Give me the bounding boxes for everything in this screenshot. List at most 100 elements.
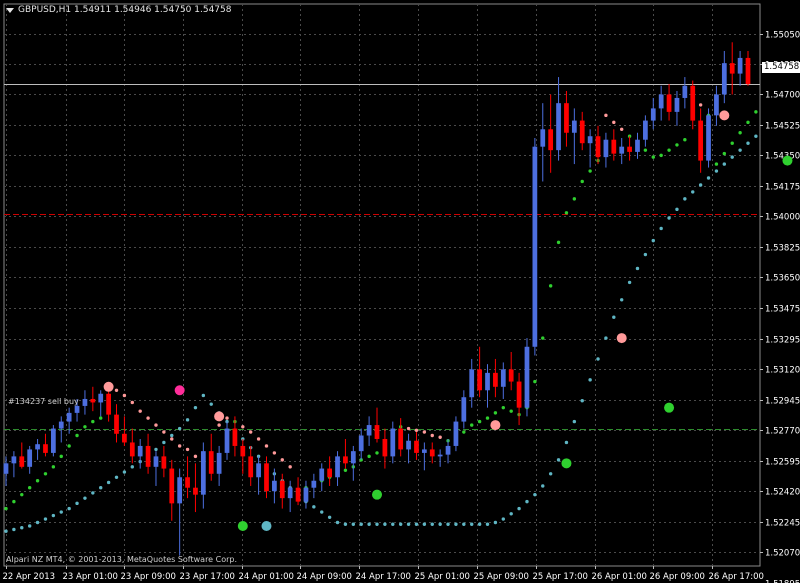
y-tick-label: 1.54525 bbox=[765, 122, 800, 132]
candle-body bbox=[3, 463, 9, 474]
y-tick-label: 1.55050 bbox=[765, 31, 800, 41]
sar-slow-dot bbox=[185, 418, 190, 422]
signal-marker-buy-fast[interactable] bbox=[664, 402, 675, 413]
price-chart[interactable]: 1.550501.548751.547001.545251.543501.541… bbox=[0, 0, 800, 583]
order-ticket-label[interactable]: #134237 sell buy bbox=[8, 397, 79, 406]
candle-body bbox=[382, 438, 388, 457]
sar-slow-dot bbox=[406, 522, 411, 526]
signal-marker-sell-weak[interactable] bbox=[490, 420, 501, 431]
sar-slow-dot bbox=[659, 226, 663, 231]
signal-marker-sell-weak[interactable] bbox=[103, 381, 114, 392]
sar-fast-dot bbox=[162, 430, 166, 434]
sar-slow-dot bbox=[691, 190, 695, 194]
candle-body bbox=[11, 456, 17, 464]
candle-body bbox=[682, 85, 688, 98]
sar-fast-dot bbox=[225, 416, 229, 420]
y-tick-label: 1.54000 bbox=[765, 213, 800, 223]
candle-body bbox=[603, 139, 609, 158]
candle-body bbox=[406, 440, 411, 450]
signal-marker-sell-weak[interactable] bbox=[719, 110, 730, 121]
candle-body bbox=[493, 372, 498, 387]
candle-body bbox=[185, 477, 190, 488]
sar-slow-dot bbox=[27, 524, 32, 528]
sar-slow-dot bbox=[541, 484, 545, 488]
sar-fast-dot bbox=[343, 468, 348, 473]
sar-slow-dot bbox=[193, 405, 198, 410]
candle-body bbox=[343, 456, 348, 464]
sar-fast-dot bbox=[533, 379, 537, 384]
signal-marker-buy-fast[interactable] bbox=[561, 458, 572, 469]
chart-title: GBPUSD,H1 1.54911 1.54946 1.54750 1.5475… bbox=[18, 5, 232, 15]
candle-body bbox=[90, 398, 96, 403]
signal-marker-buy-slow[interactable] bbox=[261, 520, 272, 531]
candle-body bbox=[216, 452, 222, 474]
candle-body bbox=[635, 139, 640, 152]
sar-fast-dot bbox=[91, 419, 95, 424]
candle-body bbox=[224, 428, 230, 453]
candle-body bbox=[232, 428, 238, 446]
candle-body bbox=[19, 456, 25, 467]
sar-fast-dot bbox=[146, 416, 150, 420]
sar-slow-dot bbox=[746, 141, 750, 145]
chart-menu-chevron-icon[interactable] bbox=[6, 7, 14, 13]
signal-marker-buy-fast[interactable] bbox=[372, 489, 382, 500]
signal-marker-sell-weak[interactable] bbox=[616, 333, 627, 344]
sar-slow-dot bbox=[320, 510, 324, 514]
candle-body bbox=[690, 85, 696, 121]
candle-body bbox=[240, 445, 246, 457]
sar-fast-dot bbox=[185, 447, 190, 452]
sar-fast-dot bbox=[588, 169, 592, 173]
sar-slow-dot bbox=[572, 419, 577, 424]
sar-slow-dot bbox=[35, 520, 40, 525]
sar-fast-dot bbox=[27, 486, 32, 490]
x-tick-label: 24 Apr 17:00 bbox=[356, 572, 411, 582]
y-tick-label: 1.52595 bbox=[765, 458, 800, 468]
candle-body bbox=[721, 63, 727, 95]
sar-fast-dot bbox=[367, 454, 371, 459]
sar-slow-dot bbox=[612, 315, 616, 319]
candle-body bbox=[311, 480, 317, 488]
sar-slow-dot bbox=[170, 433, 174, 438]
candle-body bbox=[145, 445, 151, 467]
sar-fast-dot bbox=[193, 454, 198, 459]
candle-body bbox=[508, 369, 514, 382]
sar-fast-dot bbox=[659, 153, 663, 158]
candle-body bbox=[74, 405, 80, 413]
sar-slow-dot bbox=[501, 517, 505, 521]
y-tick-label: 1.54700 bbox=[765, 91, 800, 101]
candle-body bbox=[169, 468, 175, 504]
sar-fast-dot bbox=[548, 284, 553, 288]
sar-slow-dot bbox=[556, 458, 561, 462]
sar-fast-dot bbox=[406, 426, 411, 431]
signal-marker-sell-strong[interactable] bbox=[174, 385, 185, 396]
candle-body bbox=[745, 57, 751, 85]
sar-slow-dot bbox=[4, 529, 8, 533]
sar-slow-dot bbox=[438, 522, 442, 526]
candle-body bbox=[200, 451, 206, 495]
candle-body bbox=[666, 94, 672, 112]
y-tick-label: 1.53650 bbox=[765, 274, 800, 284]
candle-body bbox=[390, 428, 396, 457]
candle-body bbox=[706, 115, 711, 161]
sar-fast-dot bbox=[675, 143, 679, 147]
signal-marker-sell-weak[interactable] bbox=[214, 411, 225, 422]
sar-fast-dot bbox=[438, 435, 442, 439]
sar-slow-dot bbox=[667, 216, 671, 220]
sar-slow-dot bbox=[738, 148, 742, 152]
candle-body bbox=[122, 433, 127, 443]
sar-slow-dot bbox=[375, 522, 379, 526]
x-tick-label: 25 Apr 17:00 bbox=[533, 572, 588, 582]
sar-slow-dot bbox=[485, 522, 490, 526]
y-tick-label: 1.53475 bbox=[765, 305, 800, 315]
sar-fast-dot bbox=[83, 425, 87, 429]
candle-body bbox=[485, 372, 490, 391]
sar-slow-dot bbox=[683, 197, 687, 201]
sar-fast-dot bbox=[564, 211, 569, 215]
sar-slow-dot bbox=[398, 522, 403, 526]
signal-marker-buy-fast[interactable] bbox=[237, 520, 248, 531]
sar-slow-dot bbox=[91, 491, 95, 495]
sar-fast-dot bbox=[698, 103, 703, 107]
signal-marker-buy-fast[interactable] bbox=[782, 155, 793, 166]
sar-fast-dot bbox=[122, 393, 127, 398]
candle-body bbox=[532, 146, 538, 347]
